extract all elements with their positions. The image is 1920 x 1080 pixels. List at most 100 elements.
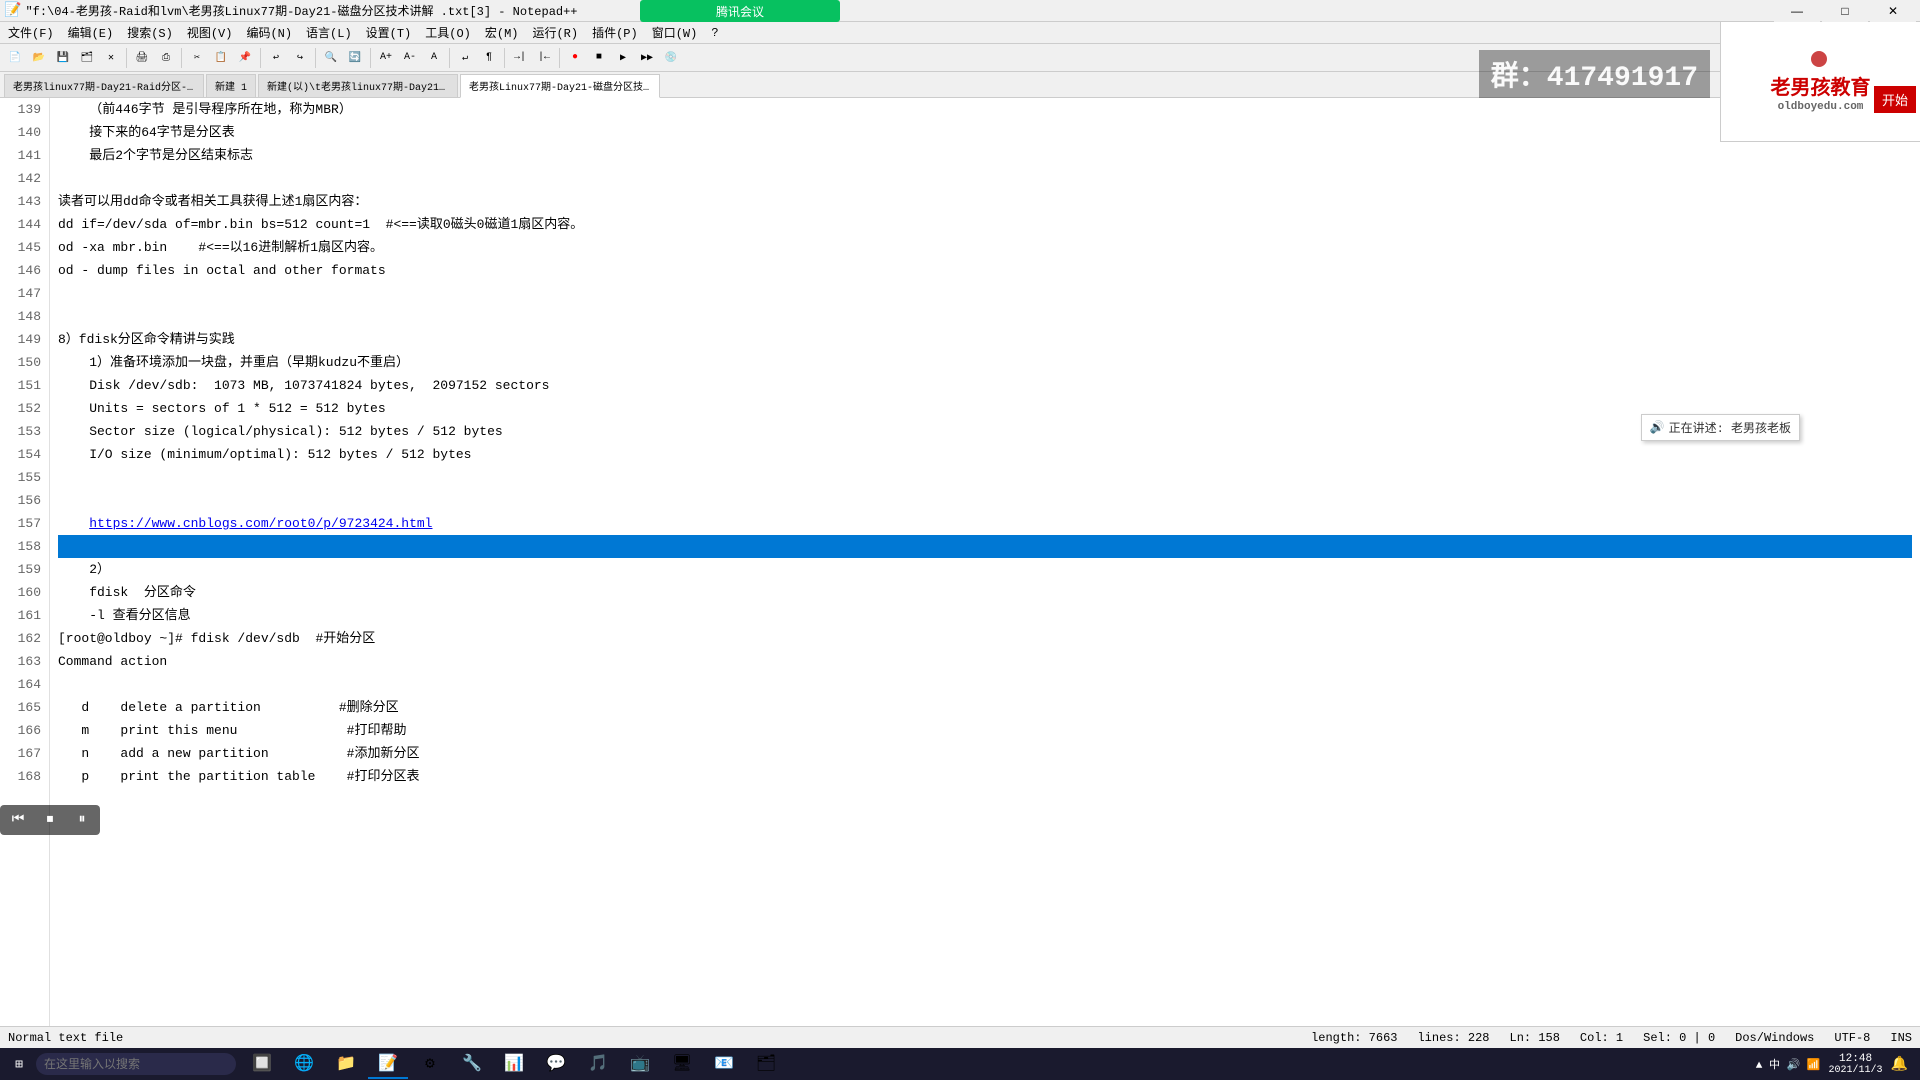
rec-stop-btn[interactable]: ⏹ xyxy=(36,809,64,831)
menu-window[interactable]: 窗口(W) xyxy=(646,22,704,43)
toolbar-macro-stop[interactable]: ■ xyxy=(588,47,610,69)
editor-line: 最后2个字节是分区结束标志 xyxy=(58,144,1912,167)
taskbar-tray: ▲ 中 🔊 📶 12:48 2021/11/3 🔔 xyxy=(1756,1053,1916,1076)
taskbar-search[interactable] xyxy=(36,1053,236,1075)
qq-group-text: 群：417491917 xyxy=(1491,63,1698,94)
taskbar-app-3[interactable]: 📁 xyxy=(326,1049,366,1079)
toolbar-print-now[interactable]: ⎙ xyxy=(155,47,177,69)
toolbar-save[interactable]: 💾 xyxy=(52,47,74,69)
taskbar-app-notepad[interactable]: 📝 xyxy=(368,1049,408,1079)
toolbar-new[interactable]: 📄 xyxy=(4,47,26,69)
menu-edit[interactable]: 编辑(E) xyxy=(62,22,120,43)
menu-plugins[interactable]: 插件(P) xyxy=(586,22,644,43)
line-number: 157 xyxy=(8,512,41,535)
kaishi-button[interactable]: 开始 xyxy=(1874,86,1916,113)
editor-line: p print the partition table #打印分区表 xyxy=(58,765,1912,788)
menu-encoding[interactable]: 编码(N) xyxy=(240,22,298,43)
speech-icon: 🔊 xyxy=(1650,420,1665,435)
toolbar-macro-run[interactable]: ▶▶ xyxy=(636,47,658,69)
tab-1[interactable]: 老男孩linux77期-Day21-Raid分区-老 .txt xyxy=(4,74,204,97)
toolbar-show-all[interactable]: ¶ xyxy=(478,47,500,69)
status-ins: INS xyxy=(1890,1031,1912,1045)
line-number: 152 xyxy=(8,397,41,420)
toolbar-cut[interactable]: ✂ xyxy=(186,47,208,69)
toolbar-zoom-reset[interactable]: A xyxy=(423,47,445,69)
taskbar-app-13[interactable]: 🗂 xyxy=(746,1049,786,1079)
menu-view[interactable]: 视图(V) xyxy=(181,22,239,43)
menu-language[interactable]: 语言(L) xyxy=(300,22,358,43)
line-number: 145 xyxy=(8,236,41,259)
toolbar-open[interactable]: 📂 xyxy=(28,47,50,69)
line-numbers: 1391401411421431441451461471481491501511… xyxy=(0,98,50,1026)
tray-icons: ▲ 中 🔊 📶 xyxy=(1756,1056,1821,1072)
toolbar-indent[interactable]: →| xyxy=(509,47,531,69)
toolbar-print[interactable]: 🖨 xyxy=(131,47,153,69)
menu-run[interactable]: 运行(R) xyxy=(526,22,584,43)
taskbar-app-9[interactable]: 🎵 xyxy=(578,1049,618,1079)
menu-tools[interactable]: 工具(O) xyxy=(419,22,477,43)
line-number: 162 xyxy=(8,627,41,650)
notification-icon[interactable]: 🔔 xyxy=(1891,1056,1908,1073)
taskbar-app-12[interactable]: 📧 xyxy=(704,1049,744,1079)
taskbar-app-7[interactable]: 📊 xyxy=(494,1049,534,1079)
toolbar-macro-play[interactable]: ▶ xyxy=(612,47,634,69)
clock-date: 2021/11/3 xyxy=(1829,1065,1883,1076)
tab-2[interactable]: 新建 1 xyxy=(206,74,256,97)
logo-sub-text: oldboyedu.com xyxy=(1778,101,1864,113)
record-controls[interactable]: ⏮ ⏹ ⏸ xyxy=(0,805,100,835)
tencent-meeting-bar[interactable]: 腾讯会议 xyxy=(640,0,840,22)
toolbar-replace[interactable]: 🔄 xyxy=(344,47,366,69)
status-sel: Sel: 0 | 0 xyxy=(1643,1031,1715,1045)
menu-bar: 文件(F) 编辑(E) 搜索(S) 视图(V) 编码(N) 语言(L) 设置(T… xyxy=(0,22,1920,44)
toolbar-close[interactable]: ✕ xyxy=(100,47,122,69)
toolbar-find[interactable]: 🔍 xyxy=(320,47,342,69)
toolbar-macro-save[interactable]: 💿 xyxy=(660,47,682,69)
taskbar-app-8[interactable]: 💬 xyxy=(536,1049,576,1079)
tab-4-active[interactable]: 老男孩Linux77期-Day21-磁盘分区技术讲解 .txt xyxy=(460,74,660,98)
window-controls[interactable]: — □ ✕ xyxy=(1774,0,1916,22)
taskbar-app-2[interactable]: 🌐 xyxy=(284,1049,324,1079)
rec-back-btn[interactable]: ⏮ xyxy=(4,809,32,831)
editor-line: 接下来的64字节是分区表 xyxy=(58,121,1912,144)
close-button[interactable]: ✕ xyxy=(1870,0,1916,22)
toolbar-copy[interactable]: 📋 xyxy=(210,47,232,69)
editor-container: 1391401411421431441451461471481491501511… xyxy=(0,98,1920,1026)
toolbar-saveall[interactable]: 🗂 xyxy=(76,47,98,69)
taskbar-app-6[interactable]: 🔧 xyxy=(452,1049,492,1079)
maximize-button[interactable]: □ xyxy=(1822,0,1868,22)
line-number: 166 xyxy=(8,719,41,742)
menu-settings[interactable]: 设置(T) xyxy=(360,22,418,43)
toolbar-zoom-out[interactable]: A- xyxy=(399,47,421,69)
toolbar-macro-rec[interactable]: ● xyxy=(564,47,586,69)
toolbar-sep-6 xyxy=(449,48,450,68)
taskbar-app-11[interactable]: 🖥 xyxy=(662,1049,702,1079)
tab-3[interactable]: 新建(以)\t老男孩linux77期-Day21-磁盘分区技术讲解 xyxy=(258,74,458,97)
menu-search[interactable]: 搜索(S) xyxy=(121,22,179,43)
editor-line: n add a new partition #添加新分区 xyxy=(58,742,1912,765)
toolbar-paste[interactable]: 📌 xyxy=(234,47,256,69)
notepad-icon: 📝 xyxy=(4,2,21,19)
taskbar-app-5[interactable]: ⚙ xyxy=(410,1049,450,1079)
line-number: 167 xyxy=(8,742,41,765)
qq-group-overlay: 群：417491917 xyxy=(1479,50,1710,98)
editor-content[interactable]: （前446字节 是引导程序所在地，称为MBR） 接下来的64字节是分区表 最后2… xyxy=(50,98,1920,1026)
taskbar-app-1[interactable]: 🔲 xyxy=(242,1049,282,1079)
taskbar-clock: 12:48 2021/11/3 xyxy=(1829,1053,1883,1076)
toolbar-undo[interactable]: ↩ xyxy=(265,47,287,69)
minimize-button[interactable]: — xyxy=(1774,0,1820,22)
toolbar-outdent[interactable]: |← xyxy=(533,47,555,69)
menu-macro[interactable]: 宏(M) xyxy=(479,22,525,43)
taskbar-app-10[interactable]: 📺 xyxy=(620,1049,660,1079)
status-right: length: 7663 lines: 228 Ln: 158 Col: 1 S… xyxy=(1311,1031,1912,1045)
toolbar-sep-5 xyxy=(370,48,371,68)
rec-pause-btn[interactable]: ⏸ xyxy=(68,809,96,831)
menu-file[interactable]: 文件(F) xyxy=(2,22,60,43)
toolbar-redo[interactable]: ↪ xyxy=(289,47,311,69)
hyperlink[interactable]: https://www.cnblogs.com/root0/p/9723424.… xyxy=(89,516,432,531)
menu-help[interactable]: ? xyxy=(705,24,724,42)
editor-line: dd if=/dev/sda of=mbr.bin bs=512 count=1… xyxy=(58,213,1912,236)
status-encoding-dos: Dos/Windows xyxy=(1735,1031,1814,1045)
toolbar-zoom-in[interactable]: A+ xyxy=(375,47,397,69)
toolbar-wrap[interactable]: ↵ xyxy=(454,47,476,69)
start-button[interactable]: ⊞ xyxy=(4,1050,34,1078)
